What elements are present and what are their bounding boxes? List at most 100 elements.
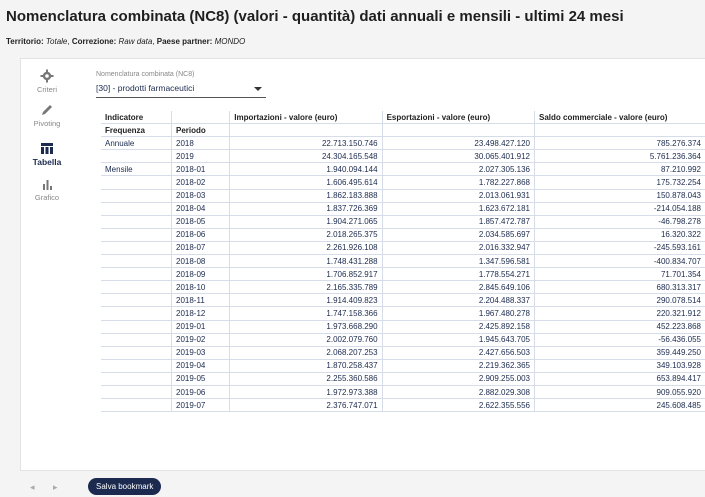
periodo-header: Periodo: [171, 123, 231, 138]
esportazioni-cell: 23.498.427.120: [382, 136, 535, 151]
pencil-icon: [42, 105, 52, 115]
sidebar-item-pivoting[interactable]: Pivoting: [21, 103, 73, 128]
importazioni-cell: 2.261.926.108: [229, 241, 383, 256]
saldo-cell: 452.223.868: [534, 320, 705, 334]
table-row: 2018-12 1.747.158.366 1.967.480.278 220.321…: [101, 306, 705, 321]
frequenza-cell: [101, 254, 172, 269]
esportazioni-cell: 1.945.643.705: [382, 333, 535, 347]
esportazioni-cell: 30.065.401.912: [382, 149, 535, 164]
table-row: 2019 24.304.165.548 30.065.401.912 5.761.23…: [101, 149, 705, 164]
esportazioni-cell: 1.623.672.181: [382, 202, 535, 216]
frequenza-cell: [101, 333, 172, 347]
table-icon: [41, 143, 53, 154]
periodo-cell: 2019-02: [171, 333, 231, 347]
saldo-cell: -46.798.278: [534, 215, 705, 229]
blank-header-cell: [534, 123, 705, 138]
frequenza-cell: [101, 241, 172, 256]
table-row: 2019-06 1.972.973.388 2.882.029.308 909.055…: [101, 385, 705, 400]
frequenza-cell: [101, 293, 172, 308]
frequenza-cell: [101, 320, 172, 334]
nc8-select[interactable]: [30] - prodotti farmaceutici: [96, 83, 266, 98]
sidebar-label-criteri: Criteri: [37, 85, 57, 94]
importazioni-cell: 2.376.747.071: [229, 398, 383, 413]
periodo-cell: 2018-01: [171, 162, 231, 177]
gear-icon: [40, 69, 54, 83]
esportazioni-cell: 2.882.029.308: [382, 385, 535, 400]
correzione-label: Correzione:: [71, 37, 117, 46]
periodo-cell: 2019-05: [171, 372, 231, 386]
sidebar-item-grafico[interactable]: Grafico: [21, 177, 73, 202]
frequenza-cell: [101, 202, 172, 216]
next-arrow-icon[interactable]: ▸: [53, 482, 58, 493]
importazioni-cell: 1.706.852.917: [229, 267, 383, 282]
page-subtitle: Territorio: Totale, Correzione: Raw data…: [6, 37, 246, 46]
table-row: 2019-01 1.973.668.290 2.425.892.158 452.223…: [101, 320, 705, 334]
col-header-importazioni: Importazioni - valore (euro): [229, 111, 383, 125]
col-header-saldo: Saldo commerciale - valore (euro): [534, 111, 705, 125]
sidebar-label-grafico: Grafico: [34, 193, 60, 202]
save-bookmark-button[interactable]: Salva bookmark: [88, 478, 162, 495]
saldo-cell: 71.701.354: [534, 267, 705, 282]
periodo-cell: 2018-07: [171, 241, 231, 256]
periodo-cell: 2019: [171, 149, 231, 164]
importazioni-cell: 24.304.165.548: [229, 149, 383, 164]
esportazioni-cell: 2.016.332.947: [382, 241, 535, 256]
importazioni-cell: 1.973.668.290: [229, 320, 383, 334]
importazioni-cell: 1.940.094.144: [229, 162, 383, 177]
main-panel: Criteri Pivoting Tabella Grafico Nomencl…: [20, 58, 705, 471]
indicatore-header: Indicatore: [101, 111, 172, 125]
saldo-cell: 909.055.920: [534, 385, 705, 400]
table-row: 2018-07 2.261.926.108 2.016.332.947 -245.59…: [101, 241, 705, 256]
correzione-value: Raw data: [118, 37, 153, 46]
frequenza-cell: [101, 346, 172, 360]
sidebar-item-tabella[interactable]: Tabella: [21, 141, 73, 167]
esportazioni-cell: 1.778.554.271: [382, 267, 535, 282]
table-row: 2018-09 1.706.852.917 1.778.554.271 71.701.…: [101, 267, 705, 282]
col-header-esportazioni: Esportazioni - valore (euro): [382, 111, 535, 125]
sidebar: Criteri Pivoting Tabella Grafico: [21, 59, 73, 470]
paese-value: MONDO: [214, 37, 246, 46]
periodo-cell: 2018: [171, 136, 231, 151]
saldo-cell: 785.276.374: [534, 136, 705, 151]
table-row: 2018-05 1.904.271.065 1.857.472.787 -46.798…: [101, 215, 705, 229]
periodo-cell: 2019-07: [171, 398, 231, 413]
saldo-cell: 175.732.254: [534, 175, 705, 190]
esportazioni-cell: 2.909.255.003: [382, 372, 535, 386]
sidebar-item-criteri[interactable]: Criteri: [21, 69, 73, 94]
table-row: 2018-08 1.748.431.288 1.347.596.581 -400.83…: [101, 254, 705, 269]
frequenza-cell: [101, 306, 172, 321]
esportazioni-cell: 2.622.355.556: [382, 398, 535, 413]
importazioni-cell: 2.165.335.789: [229, 280, 383, 295]
table-row: 2019-02 2.002.079.760 1.945.643.705 -56.436…: [101, 333, 705, 347]
frequenza-cell: [101, 280, 172, 295]
frequenza-cell: [101, 175, 172, 190]
periodo-cell: 2018-08: [171, 254, 231, 269]
importazioni-cell: 1.747.158.366: [229, 306, 383, 321]
saldo-cell: -245.593.161: [534, 241, 705, 256]
nc8-select-value: [30] - prodotti farmaceutici: [96, 83, 195, 93]
periodo-cell: 2019-01: [171, 320, 231, 334]
periodo-cell: 2018-09: [171, 267, 231, 282]
prev-arrow-icon[interactable]: ◂: [30, 482, 35, 493]
filter-label: Nomenclatura combinata (NC8): [96, 71, 195, 78]
importazioni-cell: 1.606.495.614: [229, 175, 383, 190]
saldo-cell: 359.449.250: [534, 346, 705, 360]
esportazioni-cell: 2.425.892.158: [382, 320, 535, 334]
saldo-cell: 220.321.912: [534, 306, 705, 321]
paese-label: Paese partner:: [156, 37, 213, 46]
periodo-cell: 2018-10: [171, 280, 231, 295]
periodo-cell: 2019-06: [171, 385, 231, 400]
page-title: Nomenclatura combinata (NC8) (valori - q…: [6, 8, 624, 25]
chevron-down-icon: [254, 87, 262, 91]
bar-chart-icon: [43, 180, 52, 190]
periodo-cell: 2019-03: [171, 346, 231, 360]
saldo-cell: 245.608.485: [534, 398, 705, 413]
importazioni-cell: 22.713.150.746: [229, 136, 383, 151]
blank-header-cell: [171, 111, 231, 125]
table-row: 2018-04 1.837.726.369 1.623.672.181 -214.05…: [101, 202, 705, 216]
importazioni-cell: 2.068.207.253: [229, 346, 383, 360]
periodo-cell: 2018-03: [171, 189, 231, 203]
table-row: 2018-11 1.914.409.823 2.204.488.337 290.078…: [101, 293, 705, 308]
table-row: 2018-03 1.862.183.888 2.013.061.931 150.878…: [101, 189, 705, 203]
esportazioni-cell: 1.347.596.581: [382, 254, 535, 269]
